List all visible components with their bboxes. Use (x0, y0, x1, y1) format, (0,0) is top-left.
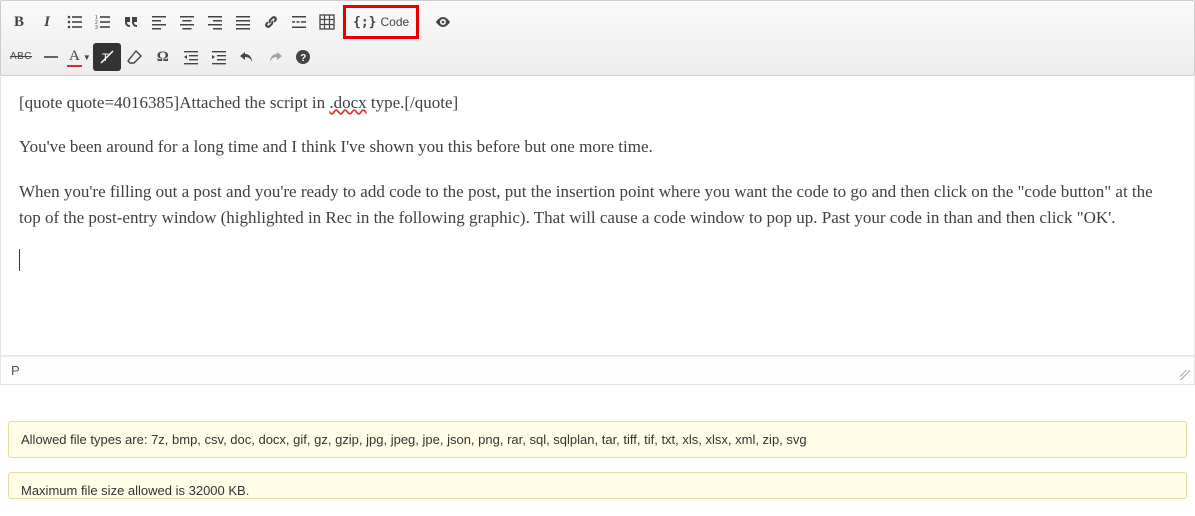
align-center-button[interactable] (173, 8, 201, 36)
redo-icon (267, 49, 283, 65)
text-color-button[interactable]: A ▼ (65, 43, 93, 71)
unordered-list-button[interactable] (61, 8, 89, 36)
horizontal-rule-button[interactable] (37, 43, 65, 71)
spellcheck-button[interactable]: ABC (5, 43, 37, 71)
eraser-icon (127, 49, 143, 65)
page-break-button[interactable] (285, 8, 313, 36)
chevron-down-icon: ▼ (83, 53, 91, 62)
table-button[interactable] (313, 8, 341, 36)
remove-format-icon: T (99, 49, 115, 65)
ordered-list-icon: 123 (95, 14, 111, 30)
toolbar-row-1: B I 123 (5, 3, 1190, 41)
align-left-button[interactable] (145, 8, 173, 36)
align-justify-button[interactable] (229, 8, 257, 36)
text: [quote quote=4016385]Attached the script… (19, 93, 329, 112)
code-icon: {;} (353, 15, 376, 30)
page-break-icon (291, 14, 307, 30)
element-path[interactable]: P (11, 363, 20, 378)
undo-icon (239, 49, 255, 65)
allowed-file-types-note: Allowed file types are: 7z, bmp, csv, do… (8, 421, 1187, 458)
text: type.[/quote] (367, 93, 459, 112)
align-right-button[interactable] (201, 8, 229, 36)
max-file-size-note: Maximum file size allowed is 32000 KB. (8, 472, 1187, 499)
outdent-icon (183, 49, 199, 65)
editor-paragraph: [quote quote=4016385]Attached the script… (19, 90, 1176, 116)
hr-icon (43, 49, 59, 65)
editor-cursor-line (19, 249, 1176, 279)
element-path-bar: P (0, 356, 1195, 385)
resize-handle[interactable] (1180, 370, 1190, 380)
undo-button[interactable] (233, 43, 261, 71)
indent-icon (211, 49, 227, 65)
indent-button[interactable] (205, 43, 233, 71)
bold-button[interactable]: B (5, 8, 33, 36)
redo-button[interactable] (261, 43, 289, 71)
note-text: Allowed file types are: 7z, bmp, csv, do… (21, 432, 807, 447)
link-button[interactable] (257, 8, 285, 36)
ordered-list-button[interactable]: 123 (89, 8, 117, 36)
svg-text:?: ? (300, 53, 306, 64)
special-char-button[interactable]: Ω (149, 43, 177, 71)
eye-icon (435, 14, 451, 30)
outdent-button[interactable] (177, 43, 205, 71)
align-right-icon (207, 14, 223, 30)
unordered-list-icon (67, 14, 83, 30)
link-icon (263, 14, 279, 30)
svg-text:3: 3 (95, 25, 98, 30)
help-button[interactable]: ? (289, 43, 317, 71)
text-color-icon: A (67, 48, 82, 67)
quote-icon (123, 14, 139, 30)
editor-content[interactable]: [quote quote=4016385]Attached the script… (0, 76, 1195, 356)
text-cursor (19, 249, 20, 271)
code-button-highlight: {;} Code (343, 5, 419, 39)
editor-toolbar: B I 123 (0, 0, 1195, 76)
align-justify-icon (235, 14, 251, 30)
italic-button[interactable]: I (33, 8, 61, 36)
note-text: Maximum file size allowed is 32000 KB. (21, 483, 249, 498)
help-icon: ? (295, 49, 311, 65)
align-left-icon (151, 14, 167, 30)
table-icon (319, 14, 335, 30)
editor-paragraph: You've been around for a long time and I… (19, 134, 1176, 160)
remove-format-button[interactable]: T (93, 43, 121, 71)
eraser-button[interactable] (121, 43, 149, 71)
align-center-icon (179, 14, 195, 30)
code-button[interactable]: {;} Code (346, 8, 416, 36)
spelling-error: .docx (329, 93, 366, 112)
preview-button[interactable] (429, 8, 457, 36)
toolbar-row-2: ABC A ▼ T Ω ? (5, 41, 1190, 73)
code-button-label: Code (380, 15, 409, 29)
editor-paragraph: When you're filling out a post and you'r… (19, 179, 1176, 232)
blockquote-button[interactable] (117, 8, 145, 36)
